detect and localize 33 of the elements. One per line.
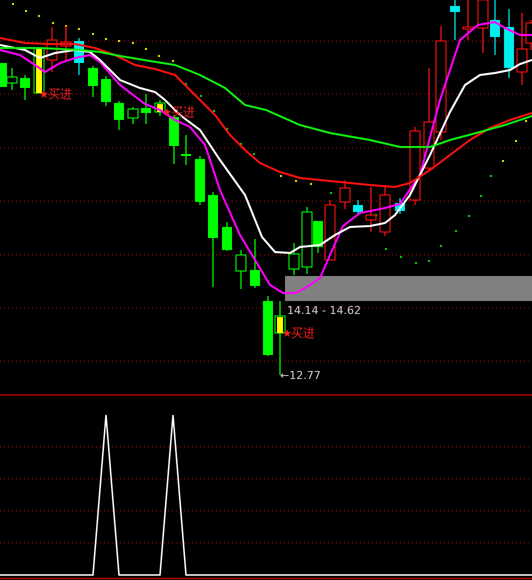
candlestick: [181, 135, 191, 165]
candlestick: [380, 185, 390, 236]
candlestick: [236, 250, 246, 289]
low-price-label: ←12.77: [280, 369, 321, 382]
candlestick: [46, 27, 58, 72]
candlestick: [288, 243, 300, 275]
candlestick: [222, 222, 232, 251]
candlestick: [114, 101, 124, 130]
candlestick: [195, 156, 205, 205]
candlestick: [504, 9, 514, 78]
zone-label: 14.14 - 14.62: [287, 304, 361, 317]
candlestick: [263, 296, 273, 356]
star-icon: [40, 90, 48, 98]
candlestick: [450, 0, 460, 40]
star-icon: [163, 108, 171, 116]
candlestick: [340, 180, 350, 209]
candlestick: [88, 66, 98, 97]
candlestick: [353, 200, 363, 214]
signal-label: 买进: [291, 326, 315, 340]
candlestick: [366, 187, 376, 232]
candlestick: [141, 94, 151, 124]
candlestick: [490, 0, 500, 55]
candlestick: [324, 200, 336, 260]
candlestick: [74, 38, 84, 75]
star-icon: [283, 329, 291, 337]
candlestick: [154, 100, 166, 116]
candlestick: [60, 26, 72, 60]
candlestick: [395, 198, 405, 214]
candlestick: [101, 76, 111, 106]
candlestick: [20, 75, 30, 100]
candlestick: [250, 239, 260, 288]
candlestick: [128, 107, 138, 124]
signal-label: 买进: [48, 87, 72, 101]
